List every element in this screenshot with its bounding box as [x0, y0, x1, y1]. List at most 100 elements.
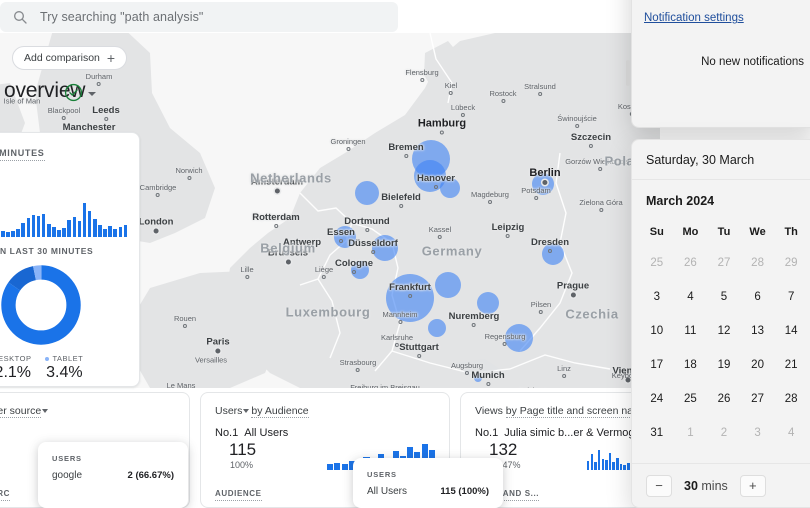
tooltip-label: All Users [367, 486, 408, 497]
card-rank-name: All Users [244, 427, 289, 439]
windows-calendar-panel: Saturday, 30 March March 2024 Su Mo Tu We Th… [631, 139, 810, 508]
timer-minutes: 30 [684, 478, 698, 493]
calendar-day-cell[interactable]: 7 [774, 280, 808, 314]
card-rank-name: Julia simic b...er & Vermoge [504, 427, 641, 439]
calendar-week-row: 10 11 12 13 14 [640, 314, 808, 348]
sparkline-bar [41, 213, 46, 237]
calendar-day-cell[interactable]: 1 [674, 416, 708, 450]
plus-icon: + [106, 50, 116, 66]
legend-item: DESKTOP 12.1% [0, 354, 31, 382]
calendar-day-cell[interactable]: 14 [774, 314, 808, 348]
calendar-day-cell[interactable]: 4 [774, 416, 808, 450]
calendar-day-cell[interactable]: 17 [640, 348, 674, 382]
sparkline-bar [67, 220, 72, 237]
calendar-weekday-header: Tu [717, 226, 731, 238]
tooltip-label: google [52, 470, 83, 481]
card-title-dimension[interactable]: by Audience [251, 405, 309, 418]
add-comparison-label: Add comparison [24, 52, 100, 64]
card-title-metric[interactable]: Users [215, 405, 242, 417]
timer-control: − 30 mins + [632, 463, 810, 507]
calendar-day-cell[interactable]: 20 [741, 348, 775, 382]
calendar-day-cell[interactable]: 6 [741, 280, 775, 314]
chevron-down-icon[interactable] [88, 92, 96, 96]
notification-settings-link[interactable]: Notification settings [644, 12, 744, 24]
calendar-day-cell[interactable]: 11 [674, 314, 708, 348]
card-rank-number: No.1 [215, 427, 239, 439]
caret-down-icon[interactable] [42, 408, 49, 413]
calendar-day-cell[interactable]: 27 [741, 382, 775, 416]
calendar-day-cell[interactable]: 28 [741, 246, 775, 280]
calendar-day-cell[interactable]: 27 [707, 246, 741, 280]
calendar-day-cell[interactable]: 25 [674, 382, 708, 416]
sparkline-bar [123, 224, 128, 237]
calendar-day-cell[interactable]: 12 [707, 314, 741, 348]
card-footer-left[interactable]: ER SOURC [0, 489, 11, 501]
sparkline-bar [26, 217, 31, 237]
tooltip-users-google: USERS google 2 (66.67%) [38, 442, 188, 508]
calendar-month-label[interactable]: March 2024 [632, 180, 810, 214]
timer-unit: mins [701, 478, 728, 493]
calendar-day-cell[interactable]: 21 [774, 348, 808, 382]
calendar-day-cell[interactable]: 18 [674, 348, 708, 382]
card-rank-number: No.1 [475, 427, 499, 439]
calendar-week-row: 17 18 19 20 21 [640, 348, 808, 382]
card-percent: 100% [230, 459, 254, 470]
sparkline-bar [597, 450, 601, 470]
timer-increment-button[interactable]: + [739, 474, 766, 497]
calendar-day-cell[interactable]: 19 [707, 348, 741, 382]
calendar-day-cell[interactable]: 24 [640, 382, 674, 416]
sparkline-bar [46, 224, 51, 237]
card-rank-row: No.1 All Users [215, 427, 435, 439]
calendar-day-cell[interactable]: 26 [674, 246, 708, 280]
calendar-day-cell[interactable]: 10 [640, 314, 674, 348]
calendar-day-cell[interactable]: 31 [640, 416, 674, 450]
legend-label: DESKTOP [0, 354, 32, 363]
caret-down-icon[interactable] [243, 408, 250, 413]
sparkline-bar [92, 219, 97, 237]
calendar-day-cell[interactable]: 5 [707, 280, 741, 314]
sparkline-bar [0, 231, 5, 237]
sparkline-bar [62, 227, 66, 237]
add-comparison-button[interactable]: Add comparison + [12, 46, 128, 70]
card-value: 132 [489, 440, 518, 459]
calendar-day-cell[interactable]: 2 [707, 416, 741, 450]
check-circle-icon [64, 83, 83, 102]
sparkline-bar [587, 460, 590, 470]
sparkline-bar [31, 215, 36, 237]
calendar-grid: Su Mo Tu We Th 25 26 27 28 29 3 4 5 6 7 10 11 12 13 14 17 18… [632, 214, 810, 450]
calendar-week-row: 31 1 2 3 4 [640, 416, 808, 450]
panel-scroll-sliver[interactable] [626, 60, 630, 86]
calendar-day-cell[interactable]: 29 [774, 246, 808, 280]
calendar-week-row: 24 25 26 27 28 [640, 382, 808, 416]
sparkline-bar [21, 222, 26, 237]
timer-value-label: 30 mins [684, 479, 728, 493]
calendar-weekday-header: Mo [682, 226, 699, 238]
sparkline-bar [619, 464, 623, 470]
calendar-day-cell[interactable]: 3 [741, 416, 775, 450]
card-title-dimension[interactable]: by Page title and screen name [505, 405, 648, 418]
timer-decrement-button[interactable]: − [646, 474, 672, 497]
calendar-day-cell[interactable]: 3 [640, 280, 674, 314]
calendar-day-cell[interactable]: 28 [774, 382, 808, 416]
search-input-placeholder[interactable]: Try searching "path analysis" [40, 10, 203, 24]
calendar-today-label[interactable]: Saturday, 30 March [632, 140, 810, 180]
card-title-metric[interactable]: Views [475, 405, 503, 417]
card-title-metric[interactable]: First user source [0, 405, 42, 418]
sparkline-bar [87, 210, 92, 237]
calendar-weeks: 25 26 27 28 29 3 4 5 6 7 10 11 12 13 14 17 18 19 20 21 24 25 2… [640, 246, 808, 450]
card-title[interactable]: First user source [0, 405, 175, 418]
sparkline-bar [594, 461, 597, 470]
card-title[interactable]: Users by Audience [215, 405, 435, 418]
search-bar[interactable]: Try searching "path analysis" [0, 2, 398, 32]
calendar-day-cell[interactable]: 13 [741, 314, 775, 348]
sparkline-bar [327, 464, 334, 470]
no-new-notifications-text: No new notifications [701, 56, 804, 69]
calendar-day-cell[interactable]: 25 [640, 246, 674, 280]
tooltip-users-all-users: USERS All Users 115 (100%) [353, 458, 503, 508]
calendar-day-cell[interactable]: 26 [707, 382, 741, 416]
sparkline-bar [108, 226, 112, 237]
calendar-day-cell[interactable]: 4 [674, 280, 708, 314]
calendar-week-row: 25 26 27 28 29 [640, 246, 808, 280]
card-footer-left[interactable]: AUDIENCE [215, 489, 262, 501]
sparkline-bar [627, 463, 630, 470]
